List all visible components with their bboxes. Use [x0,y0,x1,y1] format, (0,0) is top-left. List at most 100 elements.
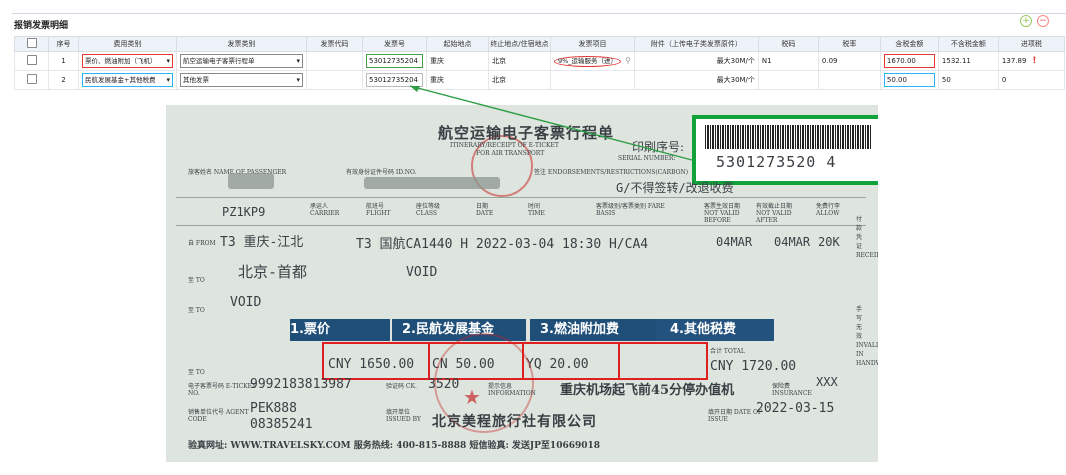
amount-incl-field[interactable]: 50.00 [883,73,935,87]
chevron-down-icon: ▾ [296,76,300,84]
allow-value: 20K [818,235,840,249]
invoice-type-select[interactable]: 其他发票 ▾ [180,73,303,87]
col-header-amount-excl: 不含税金额 [937,36,999,52]
col-header-invoice-code: 发票代码 [306,36,363,52]
passenger-name-redacted [228,173,274,189]
item-value[interactable]: 9%_运输服务（进） [554,55,622,67]
expense-type-select[interactable]: 票价、燃油附加（飞机） ▾ [82,54,173,68]
col-header-expense-type: 费用类别 [78,36,177,52]
row-checkbox[interactable] [26,55,37,65]
expense-type-value: 票价、燃油附加（飞机） [85,57,157,65]
col-header-invoice-no: 发票号 [362,36,427,52]
side-handwriting-text: 手写无效 INVALID IN HANDWRITING [856,306,878,367]
agent-value: PEK888 [250,401,297,416]
col-header-item: 发票项目 [550,36,635,52]
invoice-no-field[interactable]: 53012735204 [366,54,423,68]
amount-incl-cell: 50.00 [879,70,939,90]
other-tax-highlight-box [618,342,708,380]
invoice-code-cell[interactable] [306,70,363,90]
banner-other-tax: 4.其他税费 [656,319,774,341]
endorse-value: G/不得签转/改退收费 [616,181,734,195]
amount-excl-cell[interactable]: 50 [937,70,999,90]
row-index: 1 [48,51,79,71]
item-cell: 9%_运输服务（进） ⚲ [550,51,635,71]
select-all-header[interactable] [14,36,49,52]
pnr-code: PZ1KP9 [222,205,266,219]
agent-label: 销售单位代号 AGENT CODE [188,409,249,423]
col-header-tax-rate: 税率 [817,36,881,52]
table-row: 1 票价、燃油附加（飞机） ▾ 航空运输电子客票行程单 ▾ 53012735204 … [14,51,1065,71]
star-icon: ★ [463,385,481,409]
receipt-title: 航空运输电子客票行程单 [438,124,615,142]
invoice-type-value: 其他发票 [183,76,209,84]
tax-rate-cell[interactable]: 0.09 [817,51,881,71]
start-cell[interactable]: 重庆 [426,51,489,71]
invoice-type-cell: 其他发票 ▾ [176,70,307,90]
end-cell[interactable]: 北京 [488,70,551,90]
minus-circle-icon[interactable]: − [1037,15,1049,27]
segment-1: T3 国航CA1440 H 2022-03-04 18:30 H/CA4 [356,237,649,252]
expense-type-select[interactable]: 民航发展基金+其他税费 ▾ [82,73,173,87]
void-segment-2: VOID [230,295,262,310]
page-title: 报销发票明细 [14,21,69,31]
row-checkbox-cell[interactable] [14,51,49,71]
to-value: 北京-首都 [238,263,308,281]
row-checkbox[interactable] [26,74,37,84]
nvb-value: 04MAR [716,235,753,249]
nva-label: 有效截止日期 NOT VALID AFTER [756,203,793,224]
input-tax-cell: 137.89! [997,51,1065,71]
table-row: 2 民航发展基金+其他税费 ▾ 其他发票 ▾ 53012735204 重庆 北京 最… [14,70,1065,90]
col-header-start: 起始地点 [426,36,489,52]
col-header-amount-incl: 含税金额 [879,36,939,52]
tax-rate-cell[interactable] [817,70,881,90]
end-cell[interactable]: 北京 [488,51,551,71]
serial-number: 5301273520 4 [716,153,837,171]
time-label: 时间 TIME [528,203,545,217]
start-cell[interactable]: 重庆 [426,70,489,90]
search-icon[interactable]: ⚲ [625,56,631,65]
select-all-checkbox[interactable] [26,38,37,48]
input-tax-value[interactable]: 137.89 [1002,57,1027,65]
tax-code-cell[interactable]: N1 [757,51,819,71]
amount-excl-cell[interactable]: 1532.11 [937,51,999,71]
fuel-value: YQ 20.00 [526,357,589,372]
row-checkbox-cell[interactable] [14,70,49,90]
insurance-label: 保险费 INSURANCE [772,383,812,397]
invoice-code-cell[interactable] [306,51,363,71]
invoice-type-value: 航空运输电子客票行程单 [183,57,255,65]
endorse-label: 签注 ENDORSEMENTS/RESTRICTIONS(CARBON) [534,169,689,176]
id-label: 有效身份证件号码 ID.NO. [346,169,417,176]
chevron-down-icon: ▾ [166,76,170,84]
receipt-footer: 验真网址: WWW.TRAVELSKY.COM 服务热线: 400-815-88… [188,441,601,451]
total-value: CNY 1720.00 [710,359,797,374]
attachment-cell[interactable]: 最大30M/个 [633,51,759,71]
col-header-input-tax: 进项税 [997,36,1065,52]
plus-circle-icon[interactable]: + [1020,15,1032,27]
invoice-no-field[interactable]: 53012735204 [366,73,423,87]
receipt-subtitle-en: ITINERARY/RECEIPT OF E-TICKET [450,142,559,149]
table-header-row: 序号 费用类别 发票类别 发票代码 发票号 起始地点 终止地点/住宿地点 发票项… [14,36,1065,52]
info-value: 重庆机场起飞前45分停办值机 [560,383,735,398]
ck-value: 3520 [428,377,460,392]
tax-code-cell[interactable] [757,70,819,90]
amount-incl-cell: 1670.00 [879,51,939,71]
invoice-no-cell: 53012735204 [362,70,427,90]
attachment-cell[interactable]: 最大30M/个 [633,70,759,90]
from-label: 自 FROM [188,240,216,247]
date-label: 日期 DATE [476,203,494,217]
side-receipt-text: 付款凭证 RECEIPT [856,216,878,259]
amount-incl-field[interactable]: 1670.00 [883,54,935,68]
invoice-type-select[interactable]: 航空运输电子客票行程单 ▾ [180,54,303,68]
invoice-no-cell: 53012735204 [362,51,427,71]
item-cell[interactable] [550,70,635,90]
total-label: 合计 TOTAL [710,348,745,355]
fare-basis-label: 客票级别/客票类别 FARE BASIS [596,203,665,217]
divider [176,197,866,198]
warning-icon: ! [1032,56,1037,66]
input-tax-cell[interactable]: 0 [997,70,1065,90]
col-header-index: 序号 [48,36,79,52]
issued-label: 填开单位 ISSUED BY [386,409,421,423]
eticket-value: 9992183813987 [250,377,352,392]
id-number-redacted [364,177,500,189]
receipt-subtitle-en2: FOR AIR TRANSPORT [476,150,545,157]
